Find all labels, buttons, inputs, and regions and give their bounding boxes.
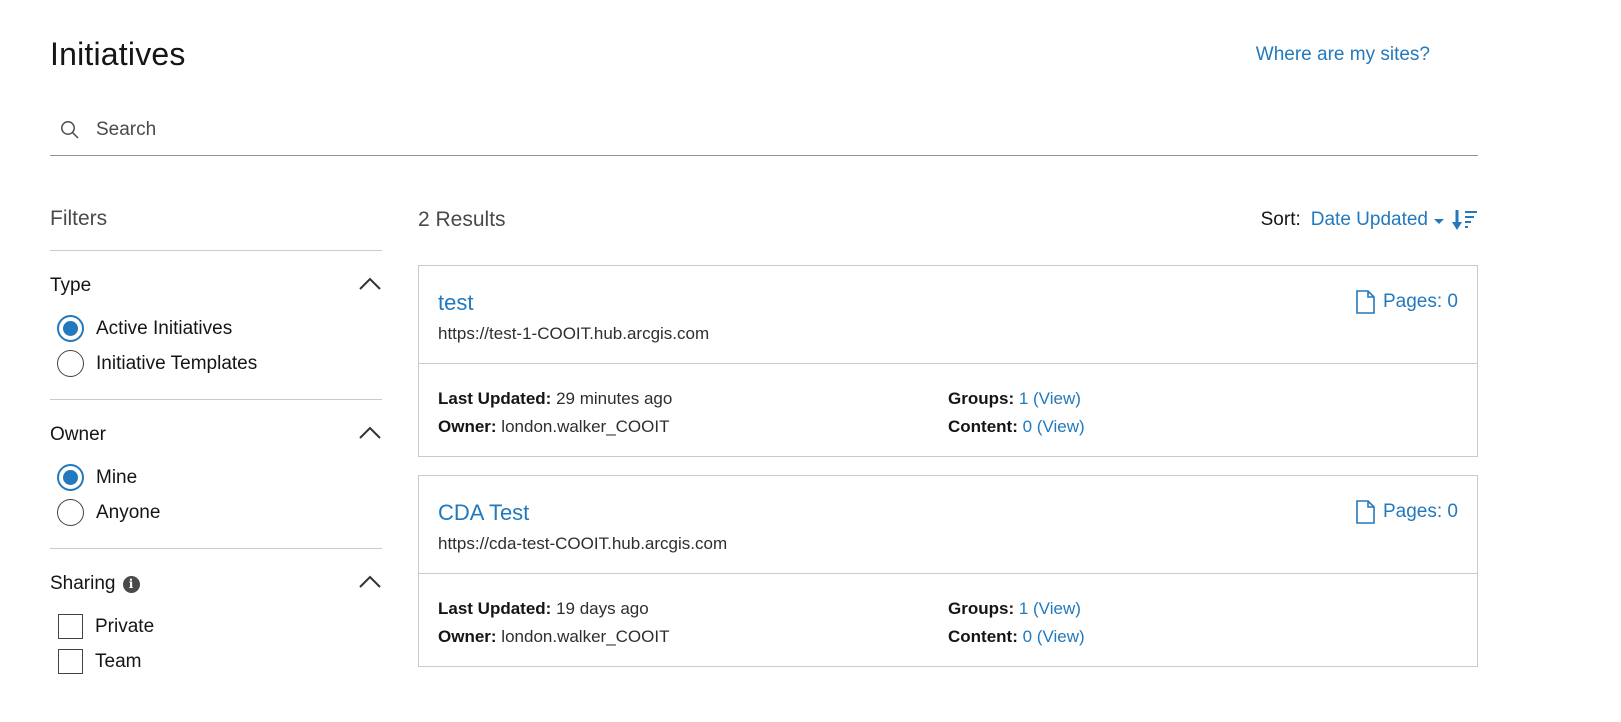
result-card: test https://test-1-COOIT.hub.arcgis.com… (418, 265, 1478, 457)
owner-row: Owner: london.walker_COOIT (438, 625, 948, 653)
checkbox[interactable] (58, 649, 83, 674)
initiative-url: https://cda-test-COOIT.hub.arcgis.com (438, 534, 728, 553)
card-header: CDA Test https://cda-test-COOIT.hub.arcg… (419, 476, 1477, 574)
page-icon (1356, 500, 1375, 524)
option-label: Initiative Templates (96, 352, 258, 374)
page-icon (1356, 290, 1375, 314)
radio-unselected[interactable] (57, 350, 84, 377)
groups-view-link[interactable]: 1 (View) (1019, 389, 1081, 408)
content-row: Content: 0 (View) (948, 415, 1458, 443)
content-view-link[interactable]: 0 (View) (1023, 627, 1085, 646)
meta-col-right: Groups: 1 (View) Content: 0 (View) (948, 387, 1458, 456)
filter-owner-toggle[interactable]: Owner (50, 422, 382, 448)
filter-sharing-label: Sharing i (50, 573, 140, 595)
caret-down-icon (1434, 219, 1444, 224)
chevron-up-icon (358, 575, 382, 594)
initiative-title-link[interactable]: test (438, 290, 473, 316)
last-updated-row: Last Updated: 19 days ago (438, 597, 948, 625)
search-icon (60, 119, 82, 141)
owner-row: Owner: london.walker_COOIT (438, 415, 948, 443)
card-header: test https://test-1-COOIT.hub.arcgis.com… (419, 266, 1477, 364)
card-meta: Last Updated: 19 days ago Owner: london.… (419, 574, 1477, 666)
pages-count: Pages: 0 (1383, 501, 1458, 522)
groups-label: Groups: (948, 389, 1015, 408)
filter-type-label: Type (50, 275, 92, 296)
page-title: Initiatives (50, 36, 186, 72)
results-count: 2 Results (418, 208, 506, 231)
search-bar (50, 104, 1478, 156)
filter-group-owner: Owner Mine Anyone (50, 399, 382, 548)
meta-col-right: Groups: 1 (View) Content: 0 (View) (948, 597, 1458, 666)
option-label: Team (95, 650, 142, 672)
filter-option-team[interactable]: Team (50, 644, 382, 679)
filter-sharing-text: Sharing (50, 573, 116, 594)
radio-selected[interactable] (57, 315, 84, 342)
owner-value: london.walker_COOIT (501, 627, 670, 646)
filter-type-toggle[interactable]: Type (50, 273, 382, 299)
filter-owner-label: Owner (50, 424, 106, 445)
meta-col-left: Last Updated: 29 minutes ago Owner: lond… (438, 387, 948, 456)
card-meta: Last Updated: 29 minutes ago Owner: lond… (419, 364, 1477, 456)
filter-option-anyone[interactable]: Anyone (50, 495, 382, 530)
pages-link[interactable]: Pages: 0 (1355, 500, 1458, 524)
results-header: 2 Results Sort: Date Updated (418, 200, 1478, 240)
sort-value: Date Updated (1310, 209, 1428, 230)
sort-descending-icon[interactable] (1452, 209, 1478, 231)
meta-col-left: Last Updated: 19 days ago Owner: london.… (438, 597, 948, 666)
pages-link[interactable]: Pages: 0 (1355, 290, 1458, 314)
initiative-title-link[interactable]: CDA Test (438, 500, 529, 526)
last-updated-label: Last Updated: (438, 599, 552, 618)
info-icon[interactable]: i (122, 575, 140, 593)
filter-option-active-initiatives[interactable]: Active Initiatives (50, 311, 382, 346)
filter-group-sharing: Sharing i Private Team (50, 548, 382, 697)
last-updated-row: Last Updated: 29 minutes ago (438, 387, 948, 415)
initiative-url: https://test-1-COOIT.hub.arcgis.com (438, 324, 710, 343)
content-label: Content: (948, 627, 1018, 646)
pages-count: Pages: 0 (1383, 291, 1458, 312)
groups-label: Groups: (948, 599, 1015, 618)
owner-label: Owner: (438, 417, 497, 436)
filters-title: Filters (50, 207, 108, 230)
content-row: Content: 0 (View) (948, 625, 1458, 653)
filter-option-private[interactable]: Private (50, 609, 382, 644)
search-input[interactable] (96, 118, 1396, 141)
last-updated-value: 29 minutes ago (556, 389, 673, 408)
groups-row: Groups: 1 (View) (948, 597, 1458, 625)
groups-row: Groups: 1 (View) (948, 387, 1458, 415)
sort-dropdown[interactable]: Date Updated (1311, 209, 1444, 231)
option-label: Mine (96, 466, 138, 488)
sort-label: Sort: (1260, 209, 1301, 230)
checkbox[interactable] (58, 614, 83, 639)
filter-option-initiative-templates[interactable]: Initiative Templates (50, 346, 382, 381)
filter-group-type: Type Active Initiatives Initiative Templ… (50, 250, 382, 399)
option-label: Private (95, 615, 155, 637)
filter-sharing-toggle[interactable]: Sharing i (50, 571, 382, 597)
option-label: Active Initiatives (96, 317, 233, 339)
radio-selected[interactable] (57, 464, 84, 491)
content-label: Content: (948, 417, 1018, 436)
sort-control: Sort: Date Updated (1261, 209, 1478, 231)
radio-unselected[interactable] (57, 499, 84, 526)
filter-option-mine[interactable]: Mine (50, 460, 382, 495)
chevron-up-icon (358, 426, 382, 445)
groups-view-link[interactable]: 1 (View) (1019, 599, 1081, 618)
where-are-my-sites-link[interactable]: Where are my sites? (1256, 44, 1430, 66)
option-label: Anyone (96, 501, 161, 523)
last-updated-value: 19 days ago (556, 599, 649, 618)
filters-sidebar: Filters Type Active Initiatives Initiati… (50, 196, 382, 697)
last-updated-label: Last Updated: (438, 389, 552, 408)
owner-label: Owner: (438, 627, 497, 646)
owner-value: london.walker_COOIT (501, 417, 670, 436)
result-card: CDA Test https://cda-test-COOIT.hub.arcg… (418, 475, 1478, 667)
content-view-link[interactable]: 0 (View) (1023, 417, 1085, 436)
chevron-up-icon (358, 277, 382, 296)
